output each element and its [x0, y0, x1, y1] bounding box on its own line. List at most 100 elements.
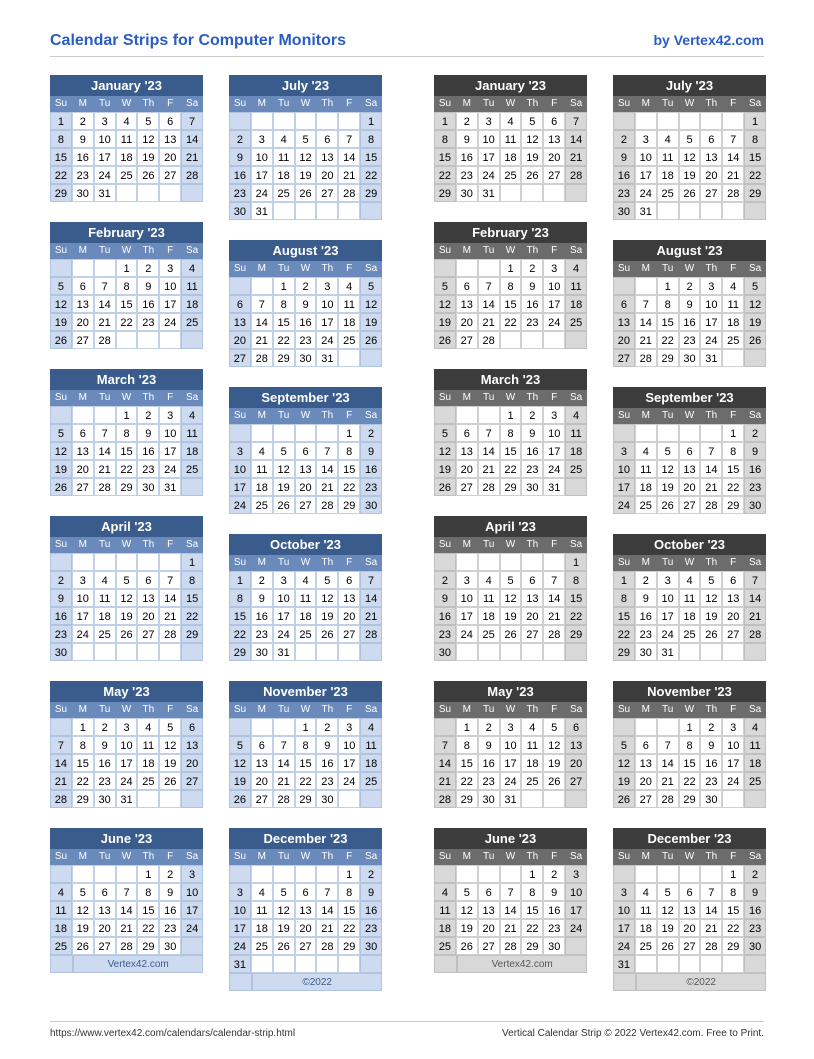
calendar-day	[50, 955, 73, 973]
calendar-day: 29	[181, 625, 203, 643]
day-of-week-row: SuMTuWThFSa	[613, 408, 766, 424]
month-name: December '23	[229, 828, 382, 849]
calendar-week: 1234	[613, 718, 766, 736]
month-column: July '23SuMTuWThFSa123456789101112131415…	[613, 75, 766, 991]
calendar-day	[316, 424, 338, 442]
calendar-day: 2	[72, 112, 94, 130]
calendar-week: 15161718192021	[229, 607, 382, 625]
day-of-week-cell: Tu	[478, 537, 500, 553]
day-of-week-cell: Th	[316, 555, 338, 571]
calendar-day: 14	[500, 901, 522, 919]
calendar-day	[635, 955, 657, 973]
calendar-day: 25	[50, 937, 72, 955]
calendar-day: 22	[273, 331, 295, 349]
calendar-day	[722, 349, 744, 367]
calendar-day: 13	[72, 442, 94, 460]
calendar-day: 30	[521, 478, 543, 496]
calendar-day: 10	[700, 295, 722, 313]
calendar-day: 2	[478, 718, 500, 736]
calendar-day: 13	[679, 901, 701, 919]
calendar-day	[700, 202, 722, 220]
day-of-week-cell: Th	[137, 96, 159, 112]
day-of-week-cell: F	[543, 243, 565, 259]
calendar-day: 31	[316, 349, 338, 367]
calendar-day: 6	[679, 883, 701, 901]
calendar-day: 13	[137, 589, 159, 607]
calendar-day: 10	[543, 277, 565, 295]
day-of-week-cell: Sa	[744, 702, 766, 718]
calendar-day	[679, 112, 701, 130]
calendar-day: 1	[722, 424, 744, 442]
calendar-day: 11	[565, 424, 587, 442]
calendar-day: 11	[295, 589, 317, 607]
calendar-day: 24	[657, 625, 679, 643]
calendar-day: 16	[316, 754, 338, 772]
calendar-day: 2	[744, 424, 766, 442]
calendar-day: 19	[679, 166, 701, 184]
calendar-day: 13	[456, 295, 478, 313]
day-of-week-cell: F	[543, 702, 565, 718]
month-name: August '23	[613, 240, 766, 261]
calendar-day: 29	[50, 184, 72, 202]
day-of-week-cell: Tu	[273, 555, 295, 571]
calendar-day: 22	[72, 772, 94, 790]
day-of-week-cell: Th	[316, 702, 338, 718]
calendar-day	[316, 865, 338, 883]
calendar-day: 9	[295, 295, 317, 313]
calendar-day: 6	[94, 883, 116, 901]
calendar-day: 11	[273, 148, 295, 166]
calendar-day: 24	[456, 625, 478, 643]
calendar-day: 12	[316, 589, 338, 607]
calendar-week: 16171819202122	[434, 607, 587, 625]
calendar-day: 14	[543, 589, 565, 607]
day-of-week-row: SuMTuWThFSa	[229, 849, 382, 865]
calendar-day: 22	[434, 166, 456, 184]
day-of-week-cell: Su	[613, 408, 635, 424]
calendar-month: November '23SuMTuWThFSa12345678910111213…	[613, 681, 766, 808]
month-name: May '23	[50, 681, 203, 702]
calendar-day: 25	[500, 166, 522, 184]
calendar-week: 17181920212223	[613, 478, 766, 496]
day-of-week-cell: Su	[434, 243, 456, 259]
calendar-day: 7	[657, 736, 679, 754]
page-footer: https://www.vertex42.com/calendars/calen…	[50, 1021, 764, 1039]
calendar-day: 15	[50, 148, 72, 166]
calendar-day	[116, 553, 138, 571]
calendar-day: 18	[500, 148, 522, 166]
calendar-day: 1	[722, 865, 744, 883]
day-of-week-cell: M	[635, 408, 657, 424]
calendar-day: 4	[679, 571, 701, 589]
day-of-week-cell: Su	[613, 849, 635, 865]
calendar-day: 4	[50, 883, 72, 901]
calendar-day: 16	[137, 442, 159, 460]
calendar-day	[50, 718, 72, 736]
calendar-day: 16	[360, 460, 382, 478]
calendar-day: 3	[116, 718, 138, 736]
calendar-week: 12	[613, 865, 766, 883]
calendar-day: 7	[94, 424, 116, 442]
calendar-day	[500, 553, 522, 571]
calendar-day: 16	[50, 607, 72, 625]
calendar-day: 11	[722, 295, 744, 313]
calendar-week: 252627282930	[434, 937, 587, 955]
day-of-week-cell: F	[338, 702, 360, 718]
day-of-week-cell: M	[456, 96, 478, 112]
calendar-day: 11	[434, 901, 456, 919]
day-of-week-cell: F	[159, 537, 181, 553]
calendar-day: 2	[137, 406, 159, 424]
calendar-day: 9	[137, 277, 159, 295]
calendar-day	[565, 643, 587, 661]
calendar-day: 25	[635, 937, 657, 955]
calendar-day: 1	[679, 718, 701, 736]
calendar-day: 24	[72, 625, 94, 643]
calendar-day: 31	[700, 349, 722, 367]
calendar-day: 16	[700, 754, 722, 772]
calendar-day	[181, 790, 203, 808]
calendar-day: 6	[722, 571, 744, 589]
calendar-day: 28	[338, 184, 360, 202]
calendar-day: 27	[722, 625, 744, 643]
calendar-day: 6	[316, 130, 338, 148]
calendar-day: 7	[338, 130, 360, 148]
calendar-day: 28	[722, 184, 744, 202]
calendar-day: 25	[635, 496, 657, 514]
